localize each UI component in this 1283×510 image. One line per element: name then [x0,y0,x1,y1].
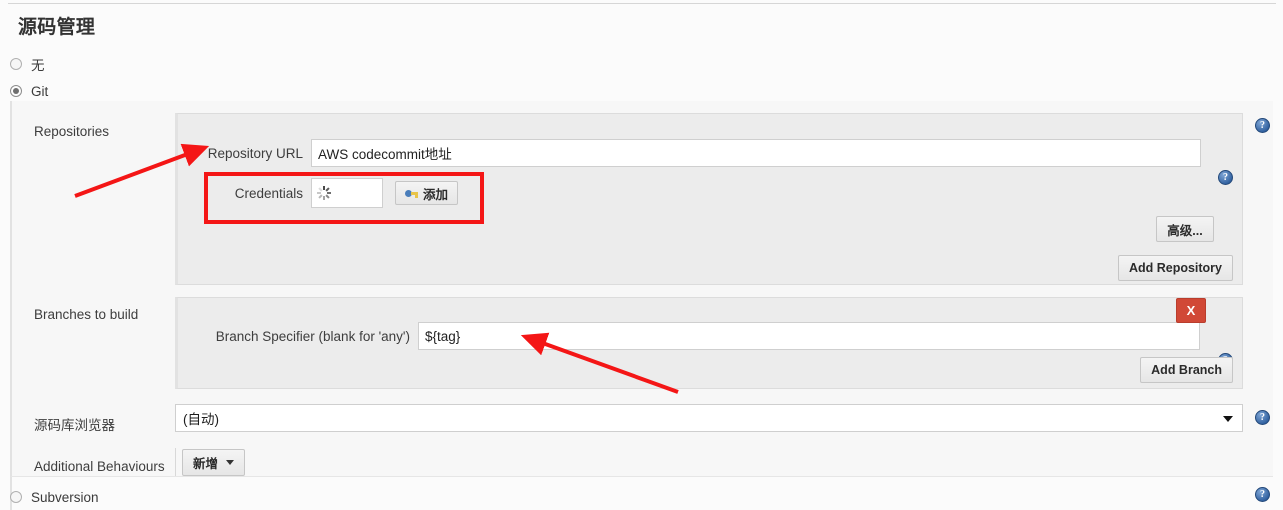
add-behaviour-button[interactable]: 新增 [182,449,246,476]
repositories-row-label: Repositories [34,120,109,139]
repository-url-input[interactable] [311,139,1201,167]
radio-subversion-label: Subversion [31,489,99,505]
additional-behaviours-row-label: Additional Behaviours [34,455,165,474]
repo-browser-help-icon[interactable]: ? [1255,410,1270,425]
top-divider [8,3,1276,4]
scm-config-page: 源码管理 无 Git Repositories Repository URL ?… [0,0,1283,510]
radio-git-label: Git [31,83,49,99]
add-behaviour-label: 新增 [193,457,219,471]
delete-branch-button[interactable]: X [1176,298,1206,323]
repository-url-help-icon[interactable]: ? [1218,170,1233,185]
branch-specifier-label: Branch Specifier (blank for 'any') [215,328,410,344]
behaviours-divider [175,448,176,476]
chevron-down-icon [226,460,235,465]
radio-none-indicator[interactable] [10,58,22,70]
repositories-label: Repositories [34,124,110,139]
repo-browser-selected-value: (自动) [183,412,219,427]
add-repository-button[interactable]: Add Repository [1117,255,1233,281]
radio-none-label: 无 [31,58,45,73]
add-branch-button[interactable]: Add Branch [1140,357,1233,383]
annotation-box-credentials [204,172,484,224]
repo-browser-select[interactable]: (自动) [175,404,1243,432]
branches-label: Branches to build [34,307,139,322]
radio-subversion-indicator[interactable] [10,491,22,503]
repository-url-row: Repository URL ? [178,139,1233,185]
radio-git-indicator[interactable] [10,85,22,97]
branch-specifier-row: Branch Specifier (blank for 'any') ? [178,322,1233,368]
branch-specifier-input[interactable] [418,322,1200,350]
repository-url-label: Repository URL [207,145,303,161]
scm-radio-git[interactable]: Git [10,81,48,101]
advanced-button[interactable]: 高级... [1156,216,1214,242]
scm-radio-none[interactable]: 无 [10,54,45,74]
branches-row-label: Branches to build [34,303,138,322]
repo-browser-row-label: 源码库浏览器 [34,410,115,434]
chevron-down-icon [1223,416,1233,422]
subversion-body [10,476,1273,510]
branches-panel: Branch Specifier (blank for 'any') ? Add… [175,297,1243,389]
repositories-help-icon[interactable]: ? [1255,118,1270,133]
repo-browser-label: 源码库浏览器 [34,418,115,433]
scm-radio-subversion[interactable]: Subversion [10,487,99,507]
additional-behaviours-label: Additional Behaviours [34,459,165,474]
subversion-help-icon[interactable]: ? [1255,487,1270,502]
page-title: 源码管理 [18,17,96,38]
